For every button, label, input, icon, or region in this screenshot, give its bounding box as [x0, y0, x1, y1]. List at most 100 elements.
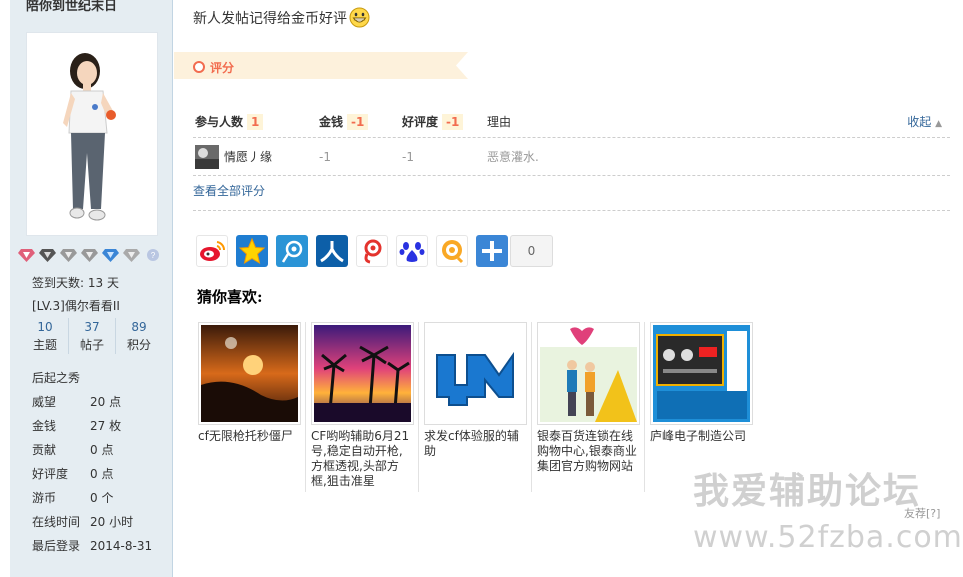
reputation-label: 好评度	[402, 115, 439, 129]
caret-up-icon: ▲	[935, 119, 942, 129]
profile-key: 最后登录	[32, 539, 81, 553]
friend-recommend-link[interactable]: 友荐[?]	[904, 505, 940, 521]
user-level[interactable]: [LV.3]偶尔看看II	[32, 297, 120, 314]
signin-days: 签到天数: 13 天	[32, 276, 119, 290]
post-text: 新人发帖记得给金币好评	[193, 10, 347, 27]
stat-number[interactable]: 10	[22, 318, 68, 336]
stat-label: 帖子	[79, 338, 104, 352]
qzone-icon[interactable]	[236, 235, 268, 267]
reason-header: 理由	[487, 115, 512, 129]
rater-money: -1	[319, 150, 331, 164]
profile-row: 好评度 0 点	[32, 462, 152, 486]
recommend-caption[interactable]: CF哟哟辅助6月21号,稳定自动开枪,方框透视,头部方框,狙击准星	[311, 429, 414, 489]
recommend-caption[interactable]: 庐峰电子制造公司	[650, 429, 753, 444]
svg-text:?: ?	[151, 251, 156, 260]
profile-value: 20 点	[90, 395, 122, 409]
stat-posts[interactable]: 37 帖子	[69, 318, 116, 354]
recommend-caption[interactable]: 银泰百货连锁在线购物中心,银泰商业集团官方购物网站	[537, 429, 640, 474]
share-bar: 0	[196, 235, 553, 267]
divider	[531, 322, 532, 492]
profile-key: 好评度	[32, 467, 69, 481]
medal-icon[interactable]	[60, 248, 77, 262]
rater-name[interactable]: 情愿丿缘	[224, 138, 272, 176]
stat-threads[interactable]: 10 主题	[22, 318, 69, 354]
profile-row: 游币 0 个	[32, 486, 152, 510]
share-count: 0	[510, 235, 553, 267]
money-header: 金钱 -1	[319, 108, 369, 136]
reputation-total: -1	[442, 114, 464, 130]
kaixin-icon[interactable]	[356, 235, 388, 267]
stat-label: 积分	[126, 338, 151, 352]
recommend-item[interactable]: 银泰百货连锁在线购物中心,银泰商业集团官方购物网站	[537, 322, 649, 474]
profile-value: 20 小时	[90, 515, 134, 529]
username[interactable]: 陪你到世纪末日	[26, 0, 117, 14]
profile-key: 金钱	[32, 419, 57, 433]
site-watermark-url: www.52fzba.com	[693, 520, 963, 555]
stat-points[interactable]: 89 积分	[116, 318, 162, 354]
money-label: 金钱	[319, 115, 344, 129]
profile-value: 0 个	[90, 491, 114, 505]
recommend-thumbnail[interactable]	[424, 322, 527, 425]
stat-number[interactable]: 89	[116, 318, 162, 336]
rating-circle-icon	[193, 61, 205, 73]
stat-label: 主题	[32, 338, 57, 352]
divider	[418, 322, 419, 492]
recommend-thumbnail[interactable]	[537, 322, 640, 425]
baidu-icon[interactable]	[396, 235, 428, 267]
avatar[interactable]	[26, 32, 158, 236]
rater-user[interactable]: 情愿丿缘	[195, 138, 272, 176]
recommend-thumbnail[interactable]	[650, 322, 753, 425]
weibo-icon[interactable]	[196, 235, 228, 267]
rating-row: 情愿丿缘 -1 -1 恶意灌水.	[193, 138, 950, 176]
medal-icon[interactable]	[81, 248, 98, 262]
profile-value: 0 点	[90, 467, 114, 481]
recommend-item[interactable]: 庐峰电子制造公司	[650, 322, 762, 444]
view-all-ratings-link[interactable]: 查看全部评分	[193, 182, 265, 199]
medal-icon[interactable]	[18, 248, 35, 262]
more-share-icon[interactable]	[476, 235, 508, 267]
recommend-item[interactable]: 求发cf体验服的辅助	[424, 322, 536, 459]
user-rank: 后起之秀	[32, 371, 81, 385]
profile-row: 最后登录 2014-8-31	[32, 534, 152, 558]
divider	[193, 210, 950, 211]
profile-key: 贡献	[32, 443, 57, 457]
rating-table-header: 参与人数 1 金钱 -1 好评度 -1 理由 收起 ▲	[193, 108, 950, 138]
rater-avatar[interactable]	[195, 145, 219, 169]
douban-icon[interactable]	[436, 235, 468, 267]
recommend-item[interactable]: CF哟哟辅助6月21号,稳定自动开枪,方框透视,头部方框,狙击准星	[311, 322, 423, 489]
profile-key: 威望	[32, 395, 57, 409]
user-profile-sidebar: 陪你到世纪末日 ? 签到天数: 13 天 [LV.3]偶尔看看II 10 主题 …	[10, 0, 173, 577]
recommend-title: 猜你喜欢:	[197, 288, 263, 306]
participants-label: 参与人数	[195, 115, 244, 129]
recommend-caption[interactable]: 求发cf体验服的辅助	[424, 429, 527, 459]
collapse-label[interactable]: 收起	[907, 115, 931, 129]
profile-key: 游币	[32, 491, 57, 505]
profile-value: 27 枚	[90, 419, 122, 433]
participants-count: 1	[247, 114, 264, 130]
participants-header: 参与人数 1	[195, 108, 264, 136]
tencent-weibo-icon[interactable]	[276, 235, 308, 267]
rating-title: 评分	[210, 61, 235, 75]
reputation-header: 好评度 -1	[402, 108, 464, 136]
collapse-link[interactable]: 收起 ▲	[907, 108, 942, 138]
rating-table: 参与人数 1 金钱 -1 好评度 -1 理由 收起 ▲ 情愿丿缘 -1 -1 恶意灌水…	[193, 108, 950, 176]
recommend-item[interactable]: cf无限枪托秒僵尸	[198, 322, 310, 444]
medal-icon[interactable]	[39, 248, 56, 262]
medal-icon[interactable]	[102, 248, 119, 262]
rater-reputation: -1	[402, 150, 414, 164]
post-content: 新人发帖记得给金币好评	[193, 7, 370, 28]
profile-row: 贡献 0 点	[32, 438, 152, 462]
question-badge-icon[interactable]: ?	[144, 248, 161, 262]
profile-value: 2014-8-31	[90, 539, 153, 553]
recommend-thumbnail[interactable]	[311, 322, 414, 425]
site-watermark: 我爱辅助论坛	[693, 471, 922, 512]
stat-number[interactable]: 37	[69, 318, 115, 336]
recommend-caption[interactable]: cf无限枪托秒僵尸	[198, 429, 301, 444]
recommend-thumbnail[interactable]	[198, 322, 301, 425]
renren-icon[interactable]	[316, 235, 348, 267]
money-total: -1	[347, 114, 369, 130]
medal-icon[interactable]	[123, 248, 140, 262]
divider	[305, 322, 306, 492]
profile-row: 在线时间 20 小时	[32, 510, 152, 534]
rater-reason: 恶意灌水.	[487, 150, 539, 164]
